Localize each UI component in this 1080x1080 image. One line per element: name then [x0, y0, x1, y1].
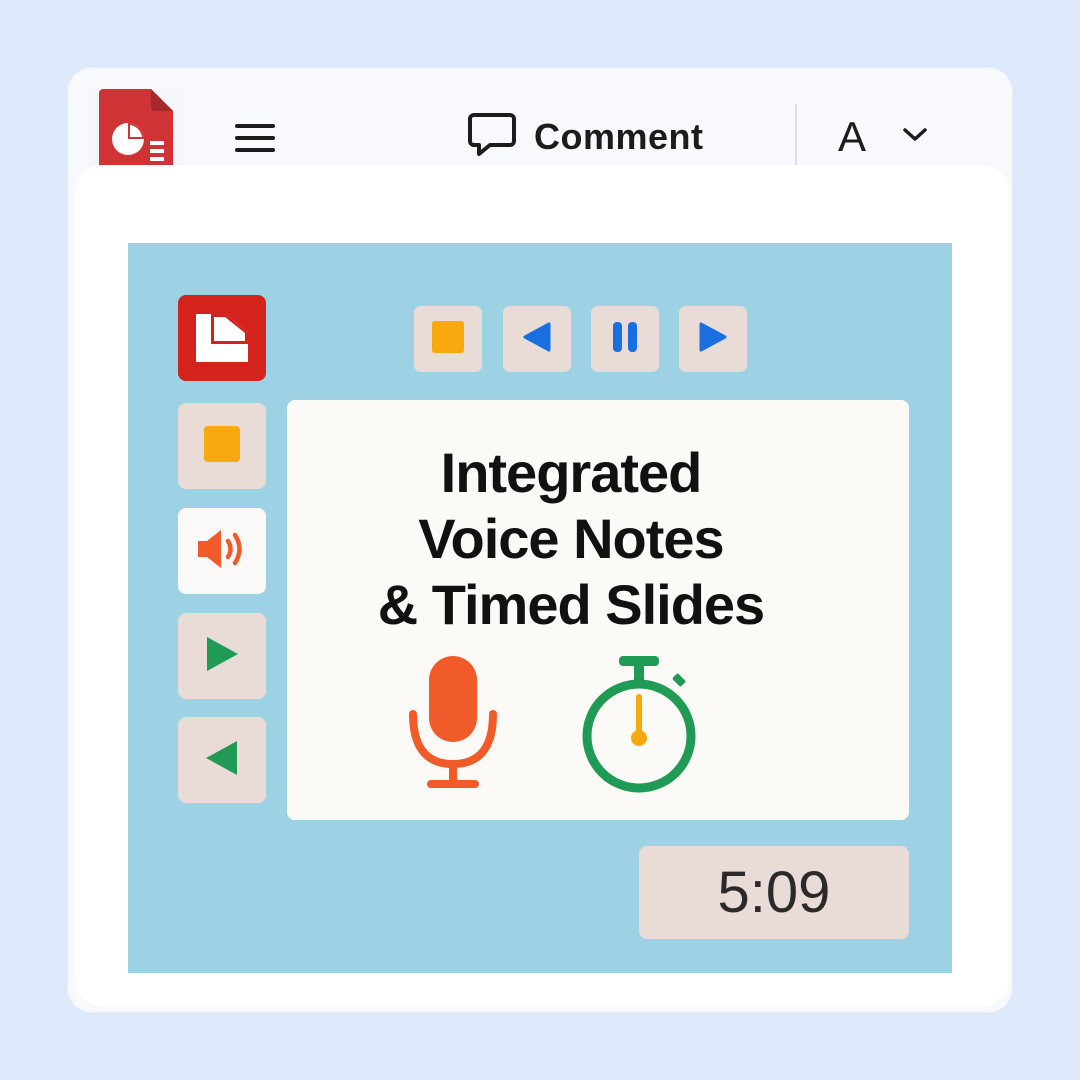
rewind-button[interactable] — [178, 717, 266, 803]
font-label: A — [838, 113, 867, 160]
slide-title-line-1: Integrated — [440, 441, 703, 504]
next-triangle-icon — [698, 321, 728, 358]
top-stop-button[interactable] — [414, 306, 482, 372]
toolbar-divider — [795, 104, 797, 166]
comment-button[interactable]: Comment — [468, 108, 704, 166]
app-window: Comment A Integrated Voice Notes & Timed… — [68, 68, 1012, 1012]
speech-bubble-icon — [468, 112, 516, 163]
stop-button[interactable] — [178, 403, 266, 489]
slide-timer: 5:09 — [639, 846, 909, 939]
slides-logo-icon[interactable] — [178, 295, 266, 381]
chevron-down-icon — [902, 127, 928, 148]
pause-button[interactable] — [591, 306, 659, 372]
microphone-icon — [405, 652, 501, 797]
slide-title-line-2: Voice Notes — [418, 507, 724, 570]
audio-button[interactable] — [178, 508, 266, 594]
stop-square-icon — [432, 320, 464, 358]
comment-label: Comment — [534, 116, 704, 157]
play-button[interactable] — [178, 613, 266, 699]
previous-triangle-icon — [522, 321, 552, 358]
next-button[interactable] — [679, 306, 747, 372]
play-icon — [203, 634, 241, 679]
slide-title: Integrated Voice Notes & Timed Slides — [287, 440, 855, 638]
slide-title-line-3: & Timed Slides — [377, 573, 765, 636]
stopwatch-icon — [575, 654, 703, 799]
reverse-play-icon — [203, 738, 241, 783]
slide-area: Integrated Voice Notes & Timed Slides 5:… — [128, 243, 952, 973]
previous-button[interactable] — [503, 306, 571, 372]
font-dropdown[interactable]: A — [838, 108, 928, 166]
slide-preview-card[interactable]: Integrated Voice Notes & Timed Slides — [287, 400, 909, 820]
speaker-icon — [195, 526, 249, 577]
hamburger-menu-icon[interactable] — [230, 118, 280, 158]
pause-icon — [611, 321, 639, 358]
stop-square-icon — [204, 425, 240, 467]
